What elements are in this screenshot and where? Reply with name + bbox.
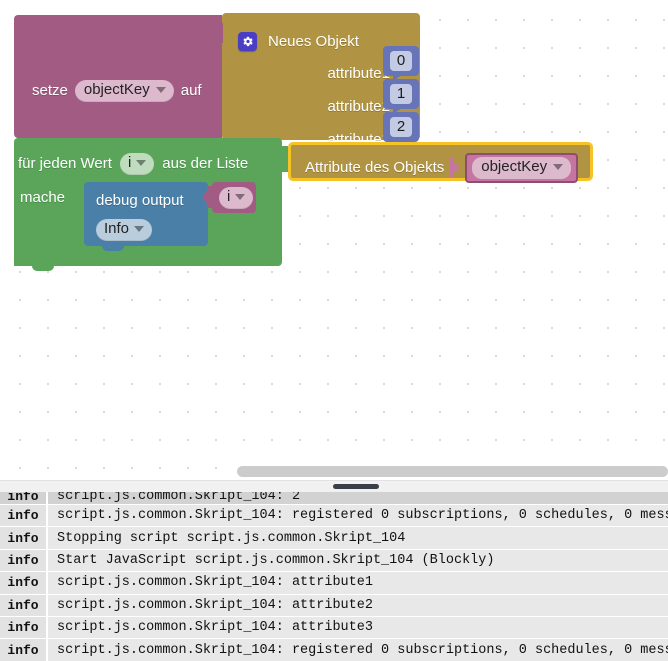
debug-output-label: debug output (96, 192, 184, 209)
log-message: script.js.common.Skript_104: attribute2 (46, 594, 668, 616)
blockly-workspace[interactable]: setze objectKey auf Neues Objekt attribu… (0, 0, 668, 484)
block-notch-top (32, 15, 54, 20)
log-row[interactable]: info script.js.common.Skript_104: regist… (0, 505, 668, 528)
log-message: Stopping script script.js.common.Skript_… (46, 527, 668, 549)
new-object-title: Neues Objekt (268, 33, 359, 50)
log-level: info (0, 527, 46, 549)
log-panel[interactable]: info script.js.common.Skript_104: 2 info… (0, 492, 668, 661)
block-number-value[interactable]: 1 (383, 79, 419, 109)
block-object-attributes[interactable]: Attribute des Objekts objectKey (288, 142, 593, 183)
block-number-value[interactable]: 0 (383, 46, 419, 76)
for-each-variable-dropdown[interactable]: i (119, 153, 155, 175)
variable-i-dropdown[interactable]: i (219, 187, 254, 209)
resize-handle[interactable] (333, 484, 379, 489)
loop-bottom-bar (14, 246, 272, 266)
log-message: Start JavaScript script.js.common.Skript… (46, 549, 668, 572)
number-field[interactable]: 0 (389, 50, 413, 72)
log-row[interactable]: info script.js.common.Skript_104: attrib… (0, 594, 668, 617)
blockly-script-editor: setze objectKey auf Neues Objekt attribu… (0, 0, 668, 661)
object-key-dropdown[interactable]: objectKey (472, 157, 572, 179)
log-level: info (0, 505, 46, 527)
chevron-down-icon (235, 194, 246, 201)
log-message: script.js.common.Skript_104: attribute1 (46, 572, 668, 594)
log-message: script.js.common.Skript_104: 2 (46, 492, 668, 504)
for-each-keyword: für jeden Wert (18, 155, 112, 173)
log-level: info (0, 639, 46, 661)
set-keyword-before: setze (32, 82, 68, 100)
log-message: script.js.common.Skript_104: registered … (46, 505, 668, 527)
object-key-name: objectKey (481, 158, 548, 175)
for-each-list-keyword: aus der Liste (162, 155, 249, 173)
for-each-do-label: mache (20, 189, 66, 206)
gear-icon[interactable] (238, 32, 257, 51)
chevron-down-icon (136, 160, 147, 167)
log-row[interactable]: info script.js.common.Skript_104: attrib… (0, 572, 668, 595)
log-level: info (0, 549, 46, 572)
attribute-label: attribute1 (327, 65, 390, 82)
block-number-value[interactable]: 2 (383, 112, 419, 142)
object-attributes-plug-icon (450, 158, 460, 178)
log-level: info (0, 572, 46, 594)
debug-level-dropdown[interactable]: Info (96, 219, 153, 241)
log-row[interactable]: info script.js.common.Skript_104: 2 (0, 492, 668, 505)
block-notch-bottom (102, 246, 124, 251)
set-variable-name: objectKey (83, 81, 150, 98)
log-row[interactable]: info Start JavaScript script.js.common.S… (0, 549, 668, 573)
log-row[interactable]: info script.js.common.Skript_104: regist… (0, 639, 668, 661)
number-field[interactable]: 2 (389, 116, 413, 138)
for-each-variable-name: i (127, 154, 132, 171)
object-key-variable-block[interactable]: objectKey (465, 153, 579, 183)
chevron-down-icon (155, 87, 166, 94)
block-notch-top (102, 182, 124, 187)
block-notch-bottom (32, 266, 54, 271)
loop-input-plug-icon (276, 146, 288, 172)
block-set-variable[interactable]: setze objectKey auf (14, 15, 222, 138)
attribute-label: attribute2 (327, 98, 390, 115)
number-field[interactable]: 1 (389, 83, 413, 105)
chevron-down-icon (553, 164, 564, 171)
chevron-down-icon (134, 226, 145, 233)
log-level: info (0, 594, 46, 616)
horizontal-scrollbar[interactable] (237, 466, 668, 477)
log-row[interactable]: info script.js.common.Skript_104: attrib… (0, 616, 668, 640)
block-input-plug (213, 23, 223, 43)
set-keyword-after: auf (180, 82, 202, 100)
log-level: info (0, 492, 46, 504)
log-row[interactable]: info Stopping script script.js.common.Sk… (0, 527, 668, 550)
debug-level-value: Info (104, 220, 130, 237)
block-debug-output[interactable]: debug output Info (84, 182, 208, 251)
object-attributes-label: Attribute des Objekts (305, 159, 445, 177)
log-message: script.js.common.Skript_104: attribute3 (46, 616, 668, 639)
variable-i-name: i (227, 188, 231, 205)
log-message: script.js.common.Skript_104: registered … (46, 639, 668, 661)
for-each-header: für jeden Wert i aus der Liste (18, 153, 248, 175)
set-variable-dropdown[interactable]: objectKey (74, 80, 174, 102)
block-variable-i[interactable]: i (212, 182, 256, 213)
log-level: info (0, 616, 46, 639)
